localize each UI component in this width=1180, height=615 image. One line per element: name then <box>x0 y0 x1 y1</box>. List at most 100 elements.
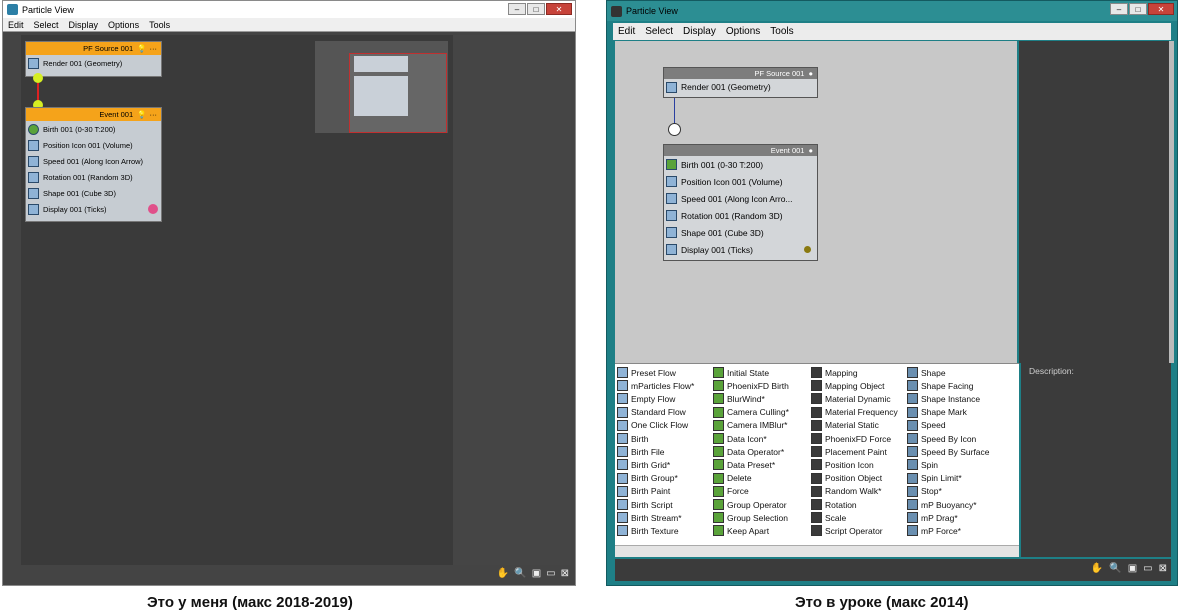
no-zoom-icon[interactable]: ⊠ <box>1159 563 1167 574</box>
pf-source-header[interactable]: PF Source 001 ● <box>664 68 817 79</box>
minimize-button[interactable]: – <box>1110 3 1128 15</box>
depot-item[interactable]: Data Operator* <box>713 446 784 458</box>
depot-item[interactable]: Speed By Icon <box>907 433 976 444</box>
depot-item[interactable]: Shape Instance <box>907 393 980 405</box>
depot-item[interactable]: PhoenixFD Birth <box>713 380 789 392</box>
depot-item[interactable]: Initial State <box>713 367 769 378</box>
depot-item[interactable]: mParticles Flow* <box>617 380 694 392</box>
pan-icon[interactable]: ✋ <box>497 568 509 579</box>
event-input-socket[interactable] <box>668 123 681 136</box>
vertical-scrollbar[interactable] <box>1169 41 1174 363</box>
depot-item[interactable]: PhoenixFD Force <box>811 433 891 444</box>
depot-item[interactable]: Script Operator <box>811 525 883 537</box>
depot-item[interactable]: Stop* <box>907 485 942 497</box>
depot-item[interactable]: Birth File <box>617 446 665 458</box>
depot-item[interactable]: Birth <box>617 433 648 444</box>
display-operator[interactable]: Display 001 (Ticks) <box>26 201 161 217</box>
rotation-operator[interactable]: Rotation 001 (Random 3D) <box>26 169 161 185</box>
event-header[interactable]: Event 001 💡 ··· <box>26 108 161 121</box>
depot-item[interactable]: Shape Mark <box>907 406 967 418</box>
display-color-swatch[interactable] <box>148 204 158 214</box>
depot-item[interactable]: mP Force* <box>907 525 961 537</box>
depot-item[interactable]: Shape Facing <box>907 380 973 392</box>
depot-item[interactable]: Data Icon* <box>713 433 767 444</box>
depot-item[interactable]: Mapping <box>811 367 858 378</box>
zoom-region-icon[interactable]: ▣ <box>532 568 541 579</box>
zoom-icon[interactable]: 🔍 <box>514 568 526 579</box>
maximize-button[interactable]: □ <box>527 3 545 15</box>
pf-source-header[interactable]: PF Source 001 💡 ··· <box>26 42 161 55</box>
rotation-operator[interactable]: Rotation 001 (Random 3D) <box>664 207 817 224</box>
speed-operator[interactable]: Speed 001 (Along Icon Arrow) <box>26 153 161 169</box>
navigator-thumbnail[interactable] <box>315 41 448 133</box>
menu-edit[interactable]: Edit <box>613 26 640 37</box>
depot-item[interactable]: Preset Flow <box>617 367 676 378</box>
menu-select[interactable]: Select <box>640 26 678 37</box>
depot-item[interactable]: Group Selection <box>713 512 788 524</box>
right-titlebar[interactable]: Particle View – □ ✕ <box>607 1 1177 21</box>
zoom-region-icon[interactable]: ▣ <box>1128 563 1137 574</box>
menu-display[interactable]: Display <box>64 20 104 30</box>
left-titlebar[interactable]: Particle View – □ ✕ <box>3 1 575 18</box>
depot-item[interactable]: Position Icon <box>811 459 874 471</box>
pan-icon[interactable]: ✋ <box>1091 563 1103 574</box>
speed-operator[interactable]: Speed 001 (Along Icon Arro... <box>664 190 817 207</box>
zoom-extents-icon[interactable]: ▭ <box>546 568 555 579</box>
no-zoom-icon[interactable]: ⊠ <box>561 568 569 579</box>
bulb-icon[interactable]: ● <box>808 69 813 78</box>
minimize-button[interactable]: – <box>508 3 526 15</box>
depot-item[interactable]: One Click Flow <box>617 419 688 431</box>
depot-item[interactable]: Keep Apart <box>713 525 769 537</box>
depot-item[interactable]: Standard Flow <box>617 406 686 418</box>
depot-item[interactable]: Rotation <box>811 499 857 510</box>
depot-item[interactable]: Delete <box>713 472 752 484</box>
zoom-extents-icon[interactable]: ▭ <box>1143 563 1152 574</box>
depot-item[interactable]: Material Frequency <box>811 406 898 418</box>
menu-options[interactable]: Options <box>103 20 144 30</box>
menu-options[interactable]: Options <box>721 26 765 37</box>
position-icon-operator[interactable]: Position Icon 001 (Volume) <box>664 173 817 190</box>
menu-tools[interactable]: Tools <box>144 20 175 30</box>
depot-item[interactable]: Scale <box>811 512 846 524</box>
menu-tools[interactable]: Tools <box>765 26 798 37</box>
depot-item[interactable]: Birth Group* <box>617 472 678 484</box>
depot-item[interactable]: Speed By Surface <box>907 446 990 458</box>
birth-operator[interactable]: Birth 001 (0-30 T:200) <box>664 156 817 173</box>
zoom-icon[interactable]: 🔍 <box>1109 563 1121 574</box>
menu-edit[interactable]: Edit <box>3 20 29 30</box>
depot-item[interactable]: BlurWind* <box>713 393 765 405</box>
event-node[interactable]: Event 001 ● Birth 001 (0-30 T:200) Posit… <box>663 144 818 261</box>
depot-item[interactable]: Speed <box>907 419 946 431</box>
close-button[interactable]: ✕ <box>1148 3 1174 15</box>
display-operator[interactable]: Display 001 (Ticks) <box>664 241 817 258</box>
depot-item[interactable]: Group Operator <box>713 499 787 510</box>
display-color-swatch[interactable] <box>804 246 811 253</box>
depot-item[interactable]: Position Object <box>811 472 882 484</box>
depot-item[interactable]: Placement Paint <box>811 446 887 458</box>
depot-item[interactable]: Camera IMBlur* <box>713 419 787 431</box>
event-header[interactable]: Event 001 ● <box>664 145 817 156</box>
source-output-socket[interactable] <box>33 73 43 83</box>
depot-item[interactable]: Mapping Object <box>811 380 885 392</box>
menu-display[interactable]: Display <box>678 26 721 37</box>
depot-item[interactable]: Birth Grid* <box>617 459 670 471</box>
shape-operator[interactable]: Shape 001 (Cube 3D) <box>664 224 817 241</box>
bulb-icon[interactable]: 💡 <box>137 110 146 119</box>
depot-item[interactable]: Spin Limit* <box>907 472 962 484</box>
depot-item[interactable]: Material Dynamic <box>811 393 891 405</box>
bulb-icon[interactable]: 💡 <box>137 44 146 53</box>
pf-source-node[interactable]: PF Source 001 💡 ··· Render 001 (Geometry… <box>25 41 162 77</box>
depot-item[interactable]: Birth Script <box>617 499 673 510</box>
depot-item[interactable]: Birth Stream* <box>617 512 682 524</box>
depot-item[interactable]: mP Buoyancy* <box>907 499 977 510</box>
render-operator[interactable]: Render 001 (Geometry) <box>26 55 161 71</box>
event-node[interactable]: Event 001 💡 ··· Birth 001 (0-30 T:200) P… <box>25 107 162 222</box>
depot-item[interactable]: Camera Culling* <box>713 406 789 418</box>
shape-operator[interactable]: Shape 001 (Cube 3D) <box>26 185 161 201</box>
depot-item[interactable]: Spin <box>907 459 938 471</box>
pf-source-node[interactable]: PF Source 001 ● Render 001 (Geometry) <box>663 67 818 98</box>
depot-item[interactable]: Shape <box>907 367 946 378</box>
depot-item[interactable]: Random Walk* <box>811 485 881 497</box>
maximize-button[interactable]: □ <box>1129 3 1147 15</box>
menu-select[interactable]: Select <box>29 20 64 30</box>
